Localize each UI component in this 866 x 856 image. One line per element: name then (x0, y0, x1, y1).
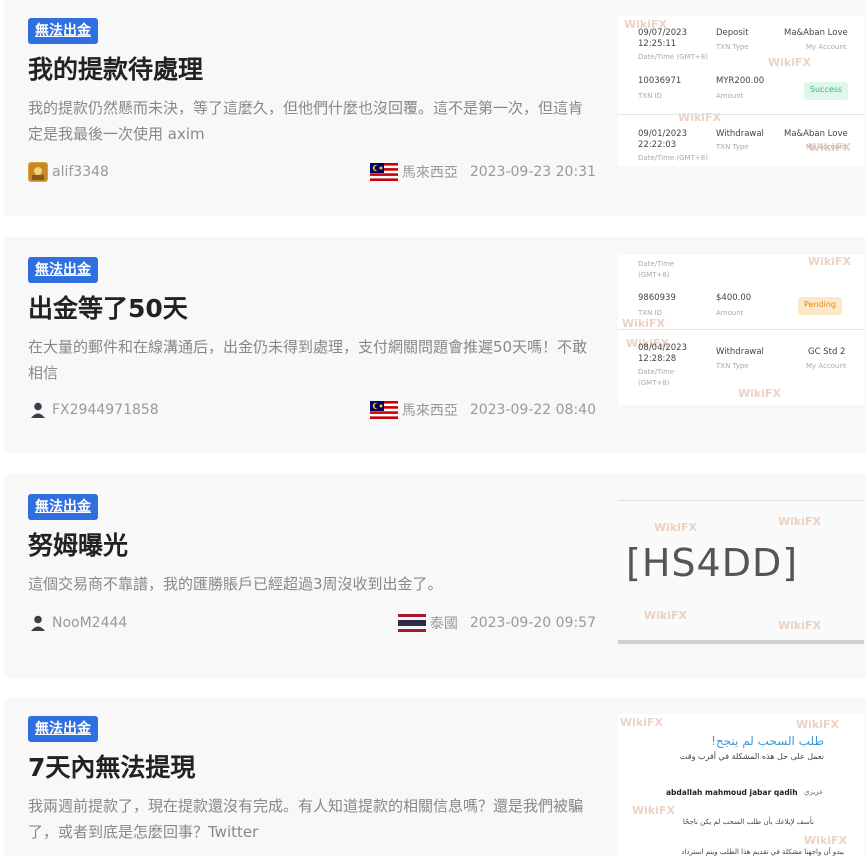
watermark: WikiFX (804, 834, 847, 847)
watermark: WikiFX (632, 804, 675, 817)
post-description: 我的提款仍然懸而未決，等了這麼久，但他們什麼也沒回覆。這不是第一次，但這肯定是我… (28, 99, 584, 143)
complaint-card[interactable]: 無法出金 我的提款待處理 我的提款仍然懸而未決，等了這麼久，但他們什麼也沒回覆。… (4, 0, 866, 216)
notice-line: نعمل على حل هذه المشكلة في أقرب وقت (679, 752, 824, 761)
txn-type: Deposit (716, 28, 749, 38)
post-title[interactable]: 我的提款待處理 (28, 53, 598, 87)
txn-date: 09/07/2023 (638, 28, 687, 38)
captcha-code: [HS4DD] (626, 541, 799, 585)
customer-name: abdallah mahmoud jabar qadih (666, 788, 798, 797)
watermark: WikiFX (778, 515, 821, 528)
txn-type-label: TXN Type (716, 43, 749, 51)
malaysia-flag-icon (369, 401, 398, 419)
txn-date: 08/04/2023 (638, 343, 687, 353)
account-label: My Account (806, 43, 847, 51)
status-badge: Pending (798, 297, 842, 315)
post-date: 2023-09-22 08:40 (469, 402, 596, 418)
account-name: Ma&Aban Love (784, 28, 848, 38)
category-tag[interactable]: 無法出金 (28, 257, 98, 283)
txn-id-label: TXN ID (638, 309, 662, 317)
account-label: My Account (806, 143, 847, 151)
evidence-thumbnail[interactable]: WikiFX WikiFX WikiFX WikiFX Date/Time (G… (618, 255, 864, 405)
txn-type-label: TXN Type (716, 143, 749, 151)
txn-amount-label: Amount (716, 92, 744, 100)
notice-line: يبدو أن واجهنا مشكلة في تقديم هذا الطلب … (681, 848, 844, 856)
watermark: WikiFX (620, 716, 663, 729)
txn-id: 10036971 (638, 76, 682, 86)
category-tag[interactable]: 無法出金 (28, 494, 98, 520)
notice-line: نأسف لإبلاغك بأن طلب السحب لم يكن ناجحًا (682, 818, 814, 826)
malaysia-flag-icon (369, 163, 398, 181)
account-name: Ma&Aban Love (784, 129, 848, 139)
txn-type: Withdrawal (716, 129, 764, 139)
username[interactable]: FX2944971858 (52, 402, 159, 418)
username[interactable]: NooM2444 (52, 615, 127, 631)
complaint-card[interactable]: 無法出金 7天內無法提現 我兩週前提款了，現在提款還沒有完成。有人知道提款的相關… (4, 698, 866, 856)
txn-amount-label: Amount (716, 309, 744, 317)
watermark: WikiFX (654, 521, 697, 534)
txn-time: 12:28:28 (638, 354, 677, 364)
watermark: WikiFX (796, 718, 839, 731)
avatar (28, 162, 48, 182)
thailand-flag-icon (397, 614, 426, 632)
post-description: 這個交易商不靠譜，我的匯勝賬戶已經超過3周沒收到出金了。 (28, 575, 443, 593)
txn-id: 9860939 (638, 293, 676, 303)
complaint-card[interactable]: 無法出金 努姆曝光 這個交易商不靠譜，我的匯勝賬戶已經超過3周沒收到出金了。 N… (4, 474, 866, 678)
watermark: WikiFX (808, 255, 851, 268)
txn-date-label: Date/Time (GMT+8) (638, 368, 675, 387)
txn-type: Withdrawal (716, 347, 764, 357)
post-description: 我兩週前提款了，現在提款還沒有完成。有人知道提款的相關信息嗎？還是我們被騙了，或… (28, 797, 584, 841)
txn-amount: $400.00 (716, 293, 752, 303)
txn-date-label: Date/Time (GMT+8) (638, 154, 708, 162)
post-description: 在大量的郵件和在線溝通后，出金仍未得到處理，支付網關問題會推遲50天嗎！不敢相信 (28, 338, 588, 382)
post-title[interactable]: 7天內無法提現 (28, 751, 598, 785)
watermark: WikiFX (678, 111, 721, 124)
status-badge: Success (804, 82, 848, 100)
txn-id-label: TXN ID (638, 92, 662, 100)
post-date: 2023-09-20 09:57 (469, 615, 596, 631)
txn-date-label: Date/Time (GMT+8) (638, 260, 675, 279)
post-title[interactable]: 努姆曝光 (28, 529, 598, 563)
notice-title: طلب السحب لم ينجح! (711, 734, 824, 748)
country-label: 泰國 (429, 616, 458, 632)
watermark: WikiFX (644, 609, 687, 622)
txn-date-label: Date/Time (GMT+8) (638, 53, 708, 61)
country-label: 馬來西亞 (401, 403, 458, 419)
evidence-thumbnail[interactable]: WikiFX WikiFX WikiFX WikiFX طلب السحب لم… (618, 714, 864, 856)
avatar (28, 400, 48, 420)
category-tag[interactable]: 無法出金 (28, 18, 98, 44)
watermark: WikiFX (738, 387, 781, 400)
post-date: 2023-09-23 20:31 (469, 164, 596, 180)
watermark: WikiFX (768, 56, 811, 69)
account-name: GC Std 2 (808, 347, 846, 357)
category-tag[interactable]: 無法出金 (28, 716, 98, 742)
txn-time: 22:22:03 (638, 140, 677, 150)
txn-amount: MYR200.00 (716, 76, 765, 86)
post-title[interactable]: 出金等了50天 (28, 292, 598, 326)
complaint-card[interactable]: 無法出金 出金等了50天 在大量的郵件和在線溝通后，出金仍未得到處理，支付網關問… (4, 237, 866, 453)
evidence-thumbnail[interactable]: WikiFX WikiFX WikiFX WikiFX [HS4DD] (618, 500, 864, 644)
watermark: WikiFX (778, 619, 821, 632)
txn-type-label: TXN Type (716, 362, 749, 370)
txn-time: 12:25:11 (638, 39, 677, 49)
txn-date: 09/01/2023 (638, 129, 687, 139)
account-label: My Account (806, 362, 847, 370)
evidence-thumbnail[interactable]: WikiFX WikiFX WikiFX WikiFX 09/07/2023 1… (618, 16, 864, 166)
greeting-label: عزيزي (804, 788, 824, 796)
avatar (28, 613, 48, 633)
country-label: 馬來西亞 (401, 165, 458, 181)
username[interactable]: alif3348 (52, 164, 109, 180)
complaint-list: 無法出金 我的提款待處理 我的提款仍然懸而未決，等了這麼久，但他們什麼也沒回覆。… (0, 0, 866, 856)
